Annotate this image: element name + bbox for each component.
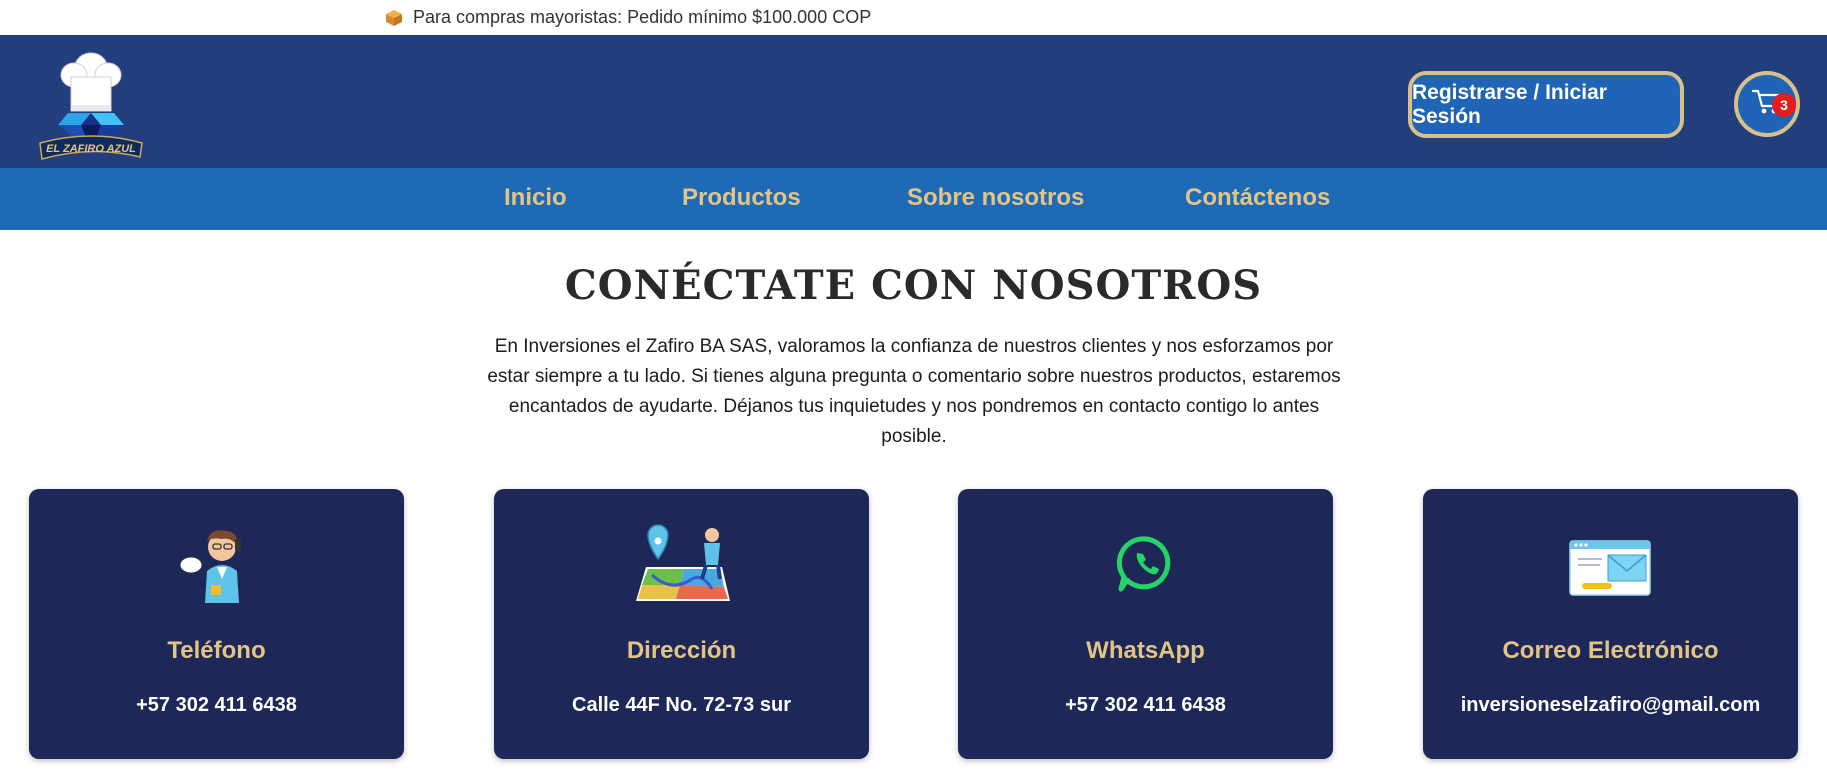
nav-item-sobre-nosotros[interactable]: Sobre nosotros — [907, 184, 1084, 212]
cart-button[interactable]: 3 — [1734, 71, 1800, 137]
email-address[interactable]: inversioneselzafiro@gmail.com — [1423, 694, 1798, 717]
whatsapp-icon — [958, 523, 1333, 603]
address-text: Calle 44F No. 72-73 sur — [572, 694, 791, 716]
contact-card-address: Dirección Calle 44F No. 72-73 sur — [494, 489, 869, 759]
email-icon — [1423, 523, 1798, 603]
card-title: Dirección — [626, 637, 737, 664]
site-header: EL ZAFIRO AZUL Registrarse / Iniciar Ses… — [0, 35, 1827, 168]
logo-text: EL ZAFIRO AZUL — [46, 143, 136, 155]
phone-person-icon — [29, 523, 404, 603]
login-register-button[interactable]: Registrarse / Iniciar Sesión — [1408, 71, 1684, 138]
map-location-icon — [494, 523, 869, 603]
phone-number[interactable]: +57 302 411 6438 — [29, 694, 404, 717]
brand-logo[interactable]: EL ZAFIRO AZUL — [36, 47, 146, 161]
card-title: Correo Electrónico — [1502, 637, 1719, 664]
package-icon — [385, 9, 403, 27]
nav-item-inicio[interactable]: Inicio — [504, 184, 567, 212]
nav-item-contactenos[interactable]: Contáctenos — [1185, 184, 1330, 212]
cart-count-badge: 3 — [1772, 93, 1796, 117]
contact-card-phone: Teléfono +57 302 411 6438 — [29, 489, 404, 759]
contact-card-email: Correo Electrónico inversioneselzafiro@g… — [1423, 489, 1798, 759]
card-title: WhatsApp — [1086, 637, 1205, 664]
contact-card-whatsapp: WhatsApp +57 302 411 6438 — [958, 489, 1333, 759]
nav-item-productos[interactable]: Productos — [682, 184, 801, 212]
main-nav: Inicio Productos Sobre nosotros Contácte… — [0, 168, 1827, 230]
announcement-bar: Para compras mayoristas: Pedido mínimo $… — [0, 0, 1827, 35]
page-title: CONÉCTATE CON NOSOTROS — [564, 262, 1263, 309]
whatsapp-number[interactable]: +57 302 411 6438 — [958, 694, 1333, 717]
announcement-text: Para compras mayoristas: Pedido mínimo $… — [413, 7, 872, 27]
intro-paragraph: En Inversiones el Zafiro BA SAS, valoram… — [487, 336, 1341, 447]
card-title: Teléfono — [167, 637, 266, 664]
